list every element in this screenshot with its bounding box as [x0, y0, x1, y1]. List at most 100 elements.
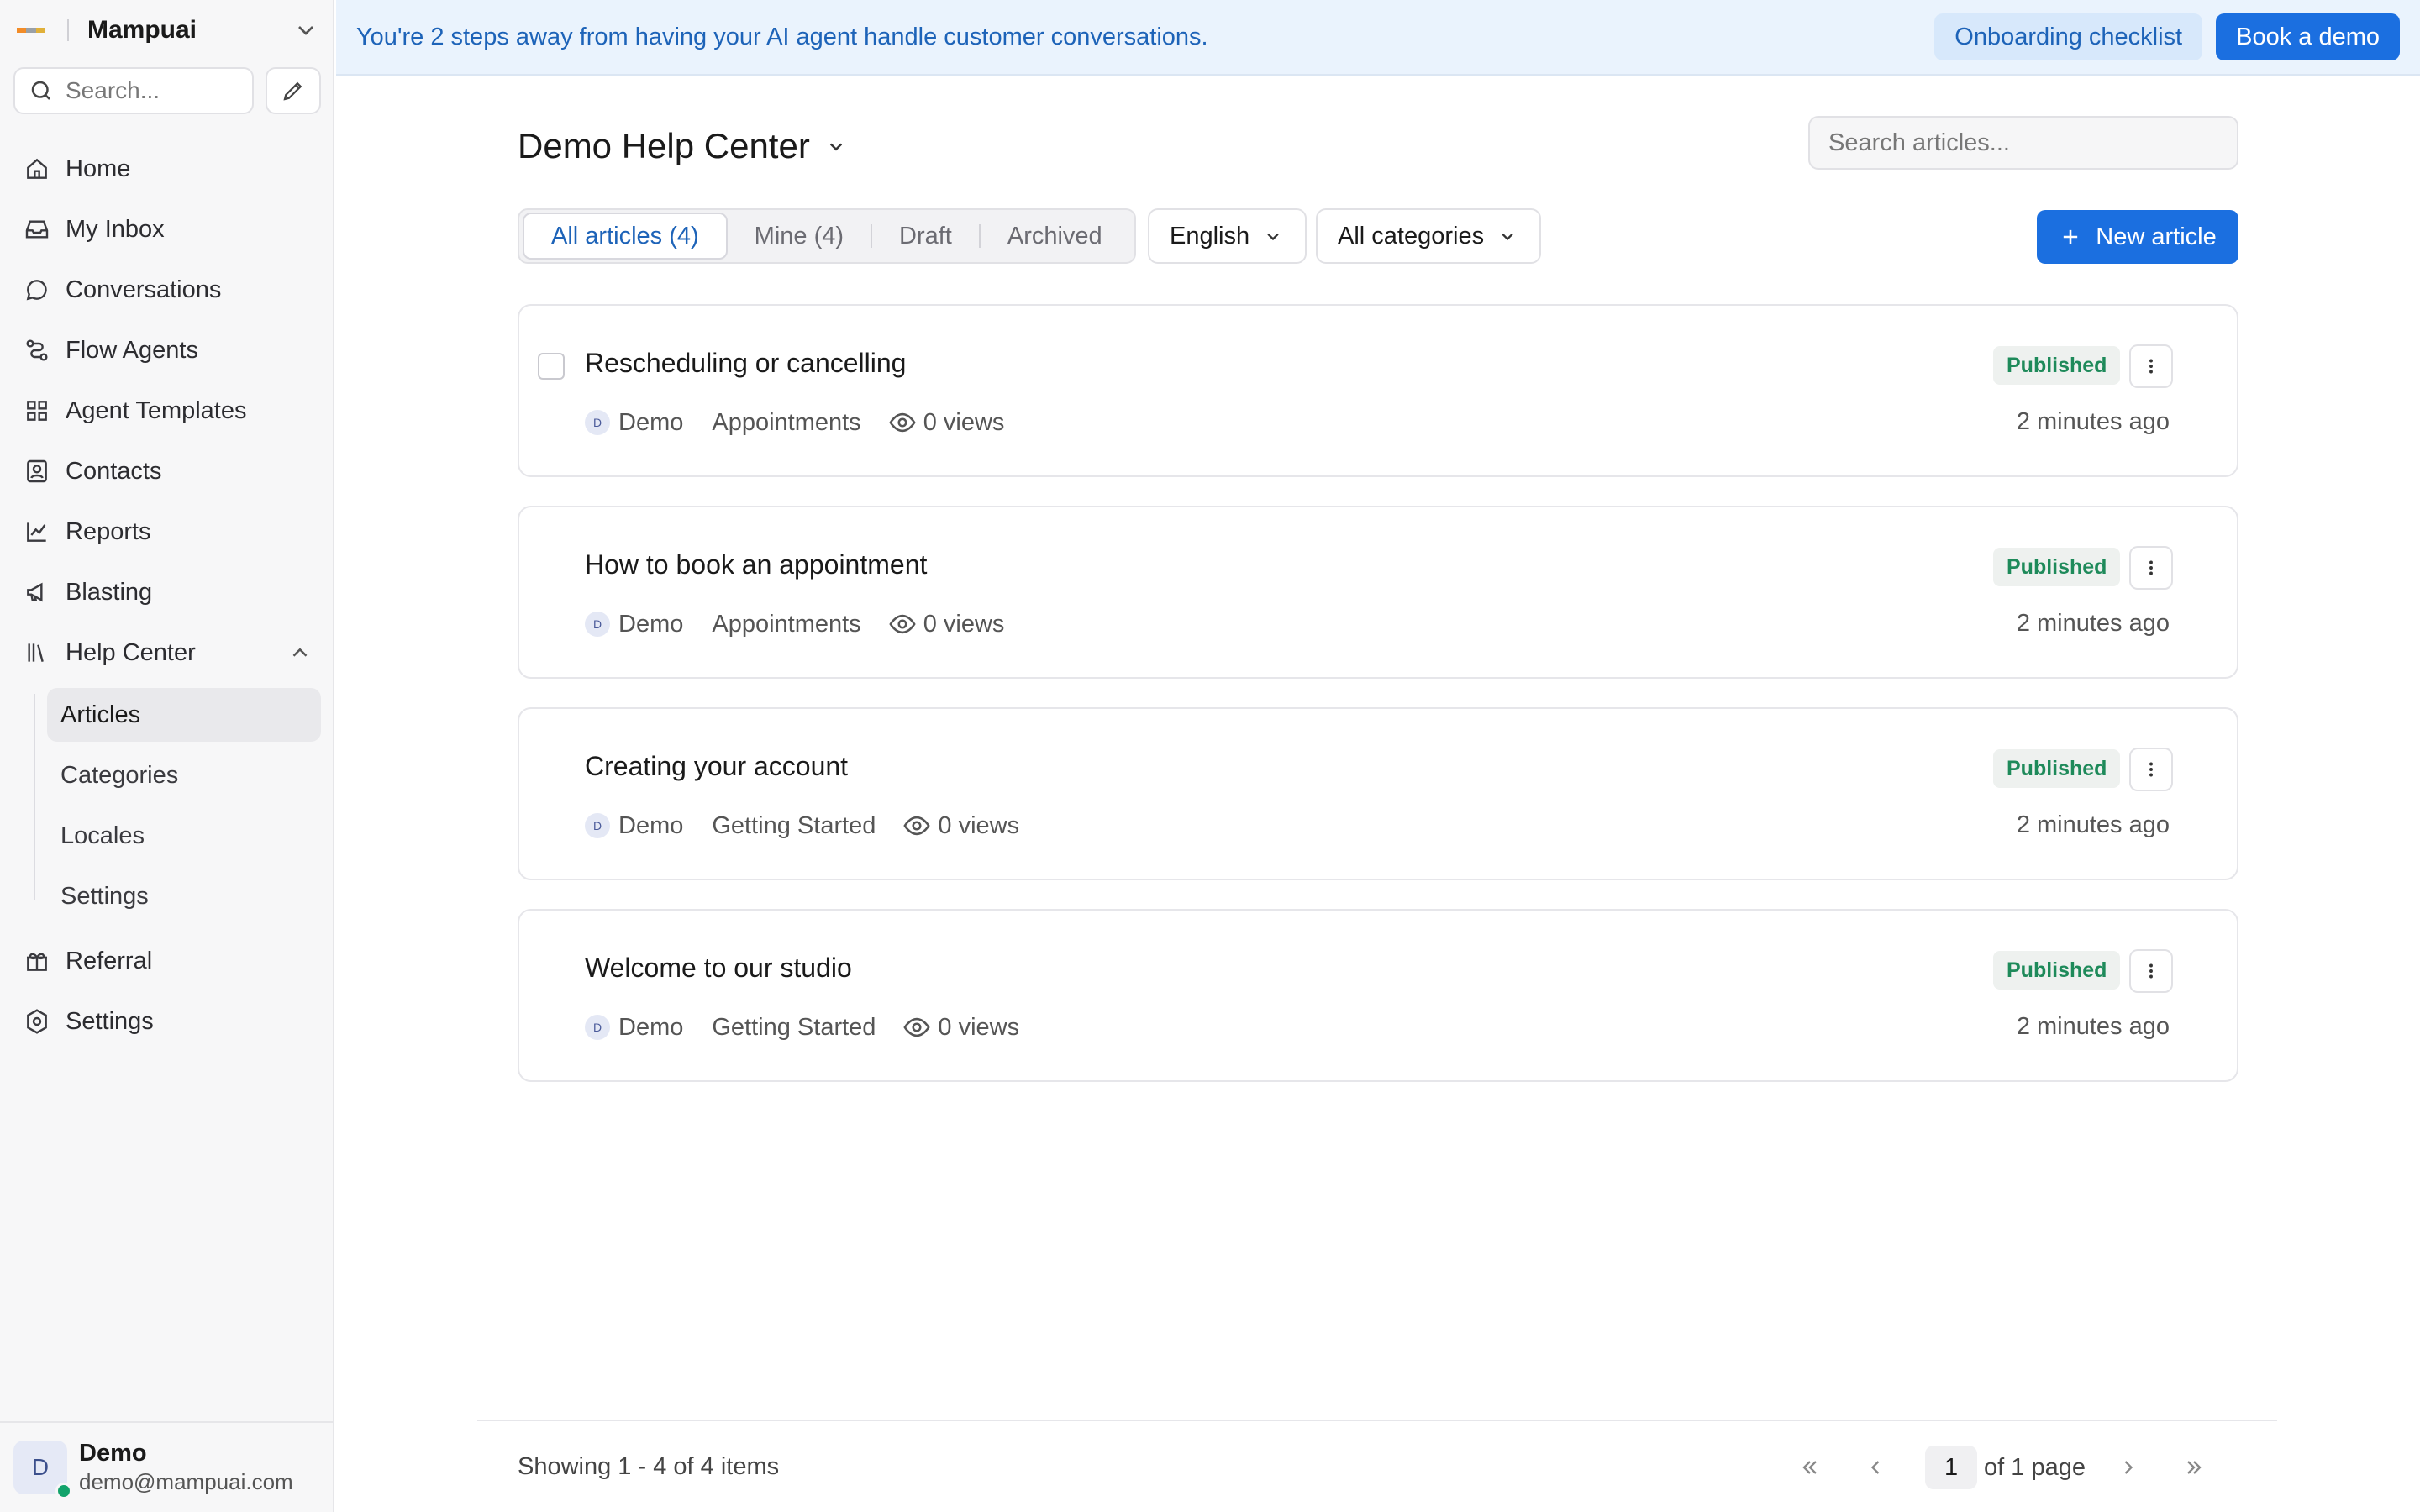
article-author: Demo	[618, 1013, 684, 1041]
banner-text: You're 2 steps away from having your AI …	[356, 23, 1208, 50]
article-category: Appointments	[712, 408, 861, 436]
chevron-down-icon	[823, 134, 849, 159]
more-vertical-icon	[2140, 960, 2162, 982]
language-select-value: English	[1170, 222, 1250, 249]
onboarding-banner: You're 2 steps away from having your AI …	[336, 0, 2420, 76]
main-content: Demo Help Center All articles (4) Mine (…	[336, 76, 2420, 1512]
sidebar-item-agent-templates[interactable]: Agent Templates	[12, 386, 323, 436]
sidebar-subitem-label: Locales	[60, 822, 145, 849]
home-icon	[24, 155, 50, 182]
sidebar-item-contacts[interactable]: Contacts	[12, 446, 323, 496]
contact-card-icon	[24, 458, 50, 485]
pagination-footer: Showing 1 - 4 of 4 items 1 of 1 page	[477, 1420, 2277, 1512]
sidebar-subitem-locales[interactable]: Locales	[47, 809, 321, 863]
article-meta: D Demo Getting Started 0 views	[585, 811, 1019, 840]
sidebar-item-conversations[interactable]: Conversations	[12, 265, 323, 315]
compose-button[interactable]	[266, 67, 321, 114]
current-page[interactable]: 1	[1925, 1446, 1978, 1489]
sidebar-item-flow-agents[interactable]: Flow Agents	[12, 325, 323, 375]
sidebar-search-input[interactable]	[66, 77, 242, 104]
sidebar-item-help-center[interactable]: Help Center	[12, 627, 323, 678]
article-author: Demo	[618, 408, 684, 436]
eye-icon	[888, 408, 917, 437]
new-article-button[interactable]: New article	[2037, 210, 2238, 264]
article-category: Getting Started	[712, 1013, 876, 1041]
sidebar-item-label: Conversations	[66, 276, 222, 303]
tab-draft[interactable]: Draft	[872, 213, 979, 260]
sidebar-item-label: Help Center	[66, 638, 196, 666]
sidebar-item-home[interactable]: Home	[12, 144, 323, 194]
chat-bubble-icon	[24, 276, 50, 303]
article-actions-button[interactable]	[2129, 949, 2173, 993]
sidebar-search[interactable]	[13, 67, 254, 114]
author-avatar: D	[585, 612, 610, 637]
article-meta: D Demo Appointments 0 views	[585, 408, 1004, 437]
tab-archived[interactable]: Archived	[981, 213, 1129, 260]
article-title[interactable]: Welcome to our studio	[585, 953, 852, 984]
category-select[interactable]: All categories	[1316, 208, 1542, 264]
more-vertical-icon	[2140, 355, 2162, 377]
settings-icon	[24, 1008, 50, 1035]
article-card[interactable]: Rescheduling or cancelling D Demo Appoin…	[518, 304, 2238, 477]
article-actions-button[interactable]	[2129, 748, 2173, 791]
brand-logo	[17, 28, 45, 33]
submenu-guide-line	[34, 694, 35, 900]
tab-all-articles[interactable]: All articles (4)	[523, 213, 728, 260]
sidebar-subitem-articles[interactable]: Articles	[47, 688, 321, 742]
pencil-icon	[281, 78, 306, 103]
article-author: Demo	[618, 610, 684, 638]
sidebar-subitem-label: Categories	[60, 761, 179, 789]
language-select[interactable]: English	[1148, 208, 1307, 264]
eye-icon	[888, 610, 917, 638]
article-search-input[interactable]	[1808, 116, 2238, 170]
sidebar-subitem-categories[interactable]: Categories	[47, 748, 321, 802]
article-views: 0 views	[938, 1013, 1020, 1041]
article-category: Appointments	[712, 610, 861, 638]
tab-mine[interactable]: Mine (4)	[728, 213, 871, 260]
article-checkbox[interactable]	[538, 353, 565, 380]
prev-page-icon[interactable]	[1853, 1445, 1898, 1490]
sidebar: Mampuai Home My Inbox Conversations F	[0, 0, 334, 1512]
article-title[interactable]: Rescheduling or cancelling	[585, 348, 906, 379]
article-actions-button[interactable]	[2129, 546, 2173, 590]
sidebar-item-label: Referral	[66, 947, 153, 974]
last-page-icon[interactable]	[2171, 1445, 2217, 1490]
grid-icon	[24, 397, 50, 424]
eye-icon	[902, 811, 931, 840]
sidebar-item-my-inbox[interactable]: My Inbox	[12, 204, 323, 255]
help-center-switcher[interactable]: Demo Help Center	[518, 121, 849, 171]
sidebar-item-blasting[interactable]: Blasting	[12, 567, 323, 617]
sidebar-item-reports[interactable]: Reports	[12, 507, 323, 557]
sidebar-item-referral[interactable]: Referral	[12, 936, 323, 986]
workspace-name: Mampuai	[87, 16, 197, 44]
article-card[interactable]: How to book an appointment D Demo Appoin…	[518, 506, 2238, 679]
gift-icon	[24, 948, 50, 974]
article-card[interactable]: Welcome to our studio D Demo Getting Sta…	[518, 909, 2238, 1082]
sidebar-item-label: Reports	[66, 517, 151, 545]
first-page-icon[interactable]	[1787, 1445, 1833, 1490]
user-info: Demo demo@mampuai.com	[79, 1440, 293, 1495]
article-actions-button[interactable]	[2129, 344, 2173, 388]
megaphone-icon	[24, 579, 50, 606]
inbox-icon	[24, 216, 50, 243]
user-email: demo@mampuai.com	[79, 1469, 293, 1494]
article-meta: D Demo Appointments 0 views	[585, 610, 1004, 638]
onboarding-checklist-button[interactable]: Onboarding checklist	[1934, 13, 2203, 60]
sidebar-subitem-label: Articles	[60, 701, 141, 728]
search-icon	[29, 78, 54, 103]
chevron-down-icon[interactable]	[292, 17, 319, 44]
workspace-switcher[interactable]: Mampuai	[17, 12, 319, 49]
sidebar-subitem-settings[interactable]: Settings	[47, 869, 321, 923]
article-title[interactable]: Creating your account	[585, 751, 848, 782]
article-title[interactable]: How to book an appointment	[585, 549, 927, 580]
article-updated-time: 2 minutes ago	[2016, 610, 2170, 637]
eye-icon	[902, 1013, 931, 1042]
next-page-icon[interactable]	[2106, 1445, 2151, 1490]
user-profile[interactable]: D Demo demo@mampuai.com	[0, 1421, 333, 1512]
chevron-up-icon[interactable]	[287, 640, 313, 665]
sidebar-item-settings[interactable]: Settings	[12, 996, 323, 1047]
book-demo-button[interactable]: Book a demo	[2216, 13, 2400, 60]
article-card[interactable]: Creating your account D Demo Getting Sta…	[518, 707, 2238, 880]
online-status-dot	[55, 1483, 72, 1499]
article-views: 0 views	[923, 408, 1005, 436]
